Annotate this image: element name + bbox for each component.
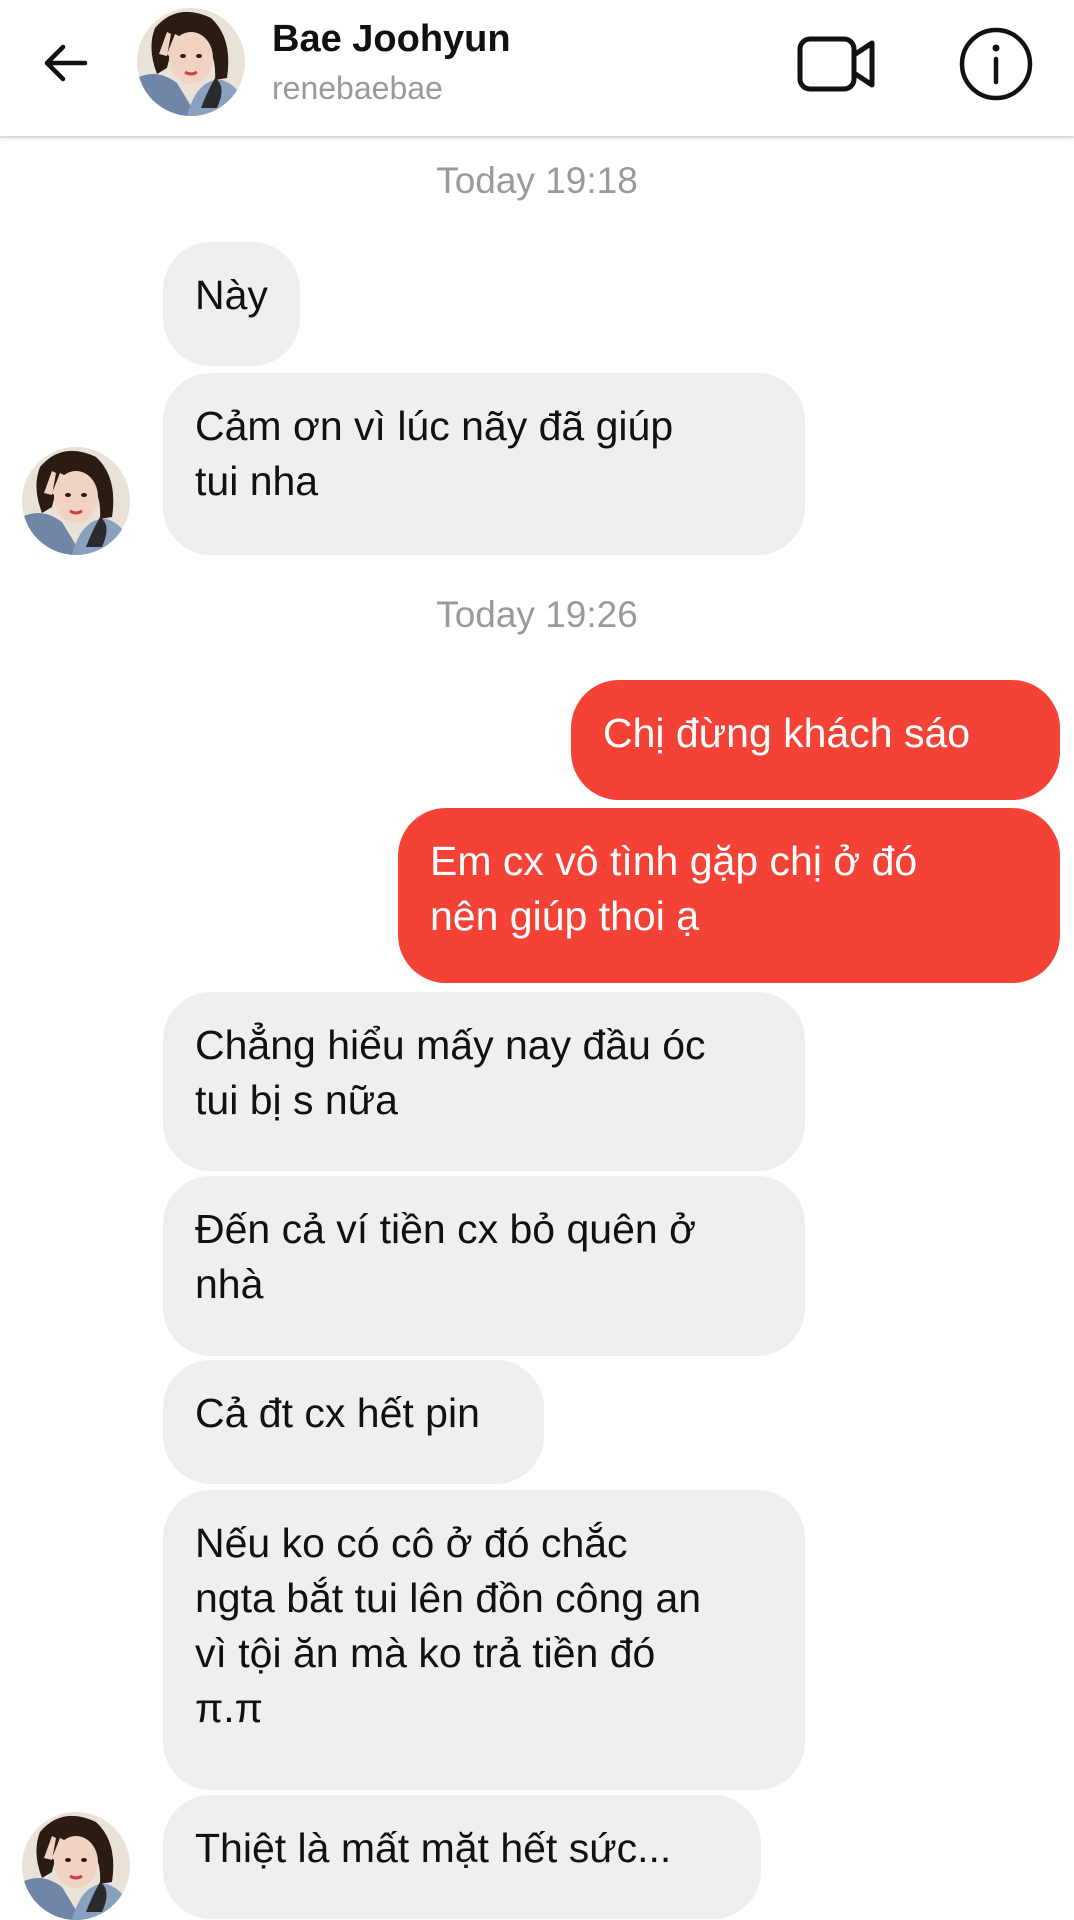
message-bubble[interactable]: Em cx vô tình gặp chị ở đó nên giúp thoi… [398,808,1060,983]
message-bubble[interactable]: Này [163,242,300,366]
info-icon [959,27,1033,101]
video-call-button[interactable] [793,24,879,104]
message-bubble[interactable]: Chẳng hiểu mấy nay đầu óc tui bị s nữa [163,992,805,1171]
message-bubble[interactable]: Nếu ko có cô ở đó chắc ngta bắt tui lên … [163,1490,805,1790]
timestamp: Today 19:26 [436,594,638,635]
video-call-icon [797,36,875,92]
conversation-header: Bae Joohyun renebaebae [0,0,1074,138]
avatar[interactable] [137,8,245,116]
message-bubble[interactable]: Cảm ơn vì lúc nãy đã giúp tui nha [163,373,805,555]
contact-name[interactable]: Bae Joohyun [272,18,511,61]
back-arrow-icon [44,44,88,82]
timestamp: Today 19:18 [436,160,638,201]
avatar[interactable] [22,1812,130,1920]
message-bubble[interactable]: Thiệt là mất mặt hết sức... [163,1795,761,1919]
message-bubble[interactable]: Chị đừng khách sáo [571,680,1060,800]
avatar[interactable] [22,447,130,555]
back-button[interactable] [30,28,100,98]
contact-username: renebaebae [272,70,443,106]
message-bubble[interactable]: Đến cả ví tiền cx bỏ quên ở nhà [163,1176,805,1356]
message-bubble[interactable]: Cả đt cx hết pin [163,1360,544,1484]
info-button[interactable] [956,24,1036,104]
